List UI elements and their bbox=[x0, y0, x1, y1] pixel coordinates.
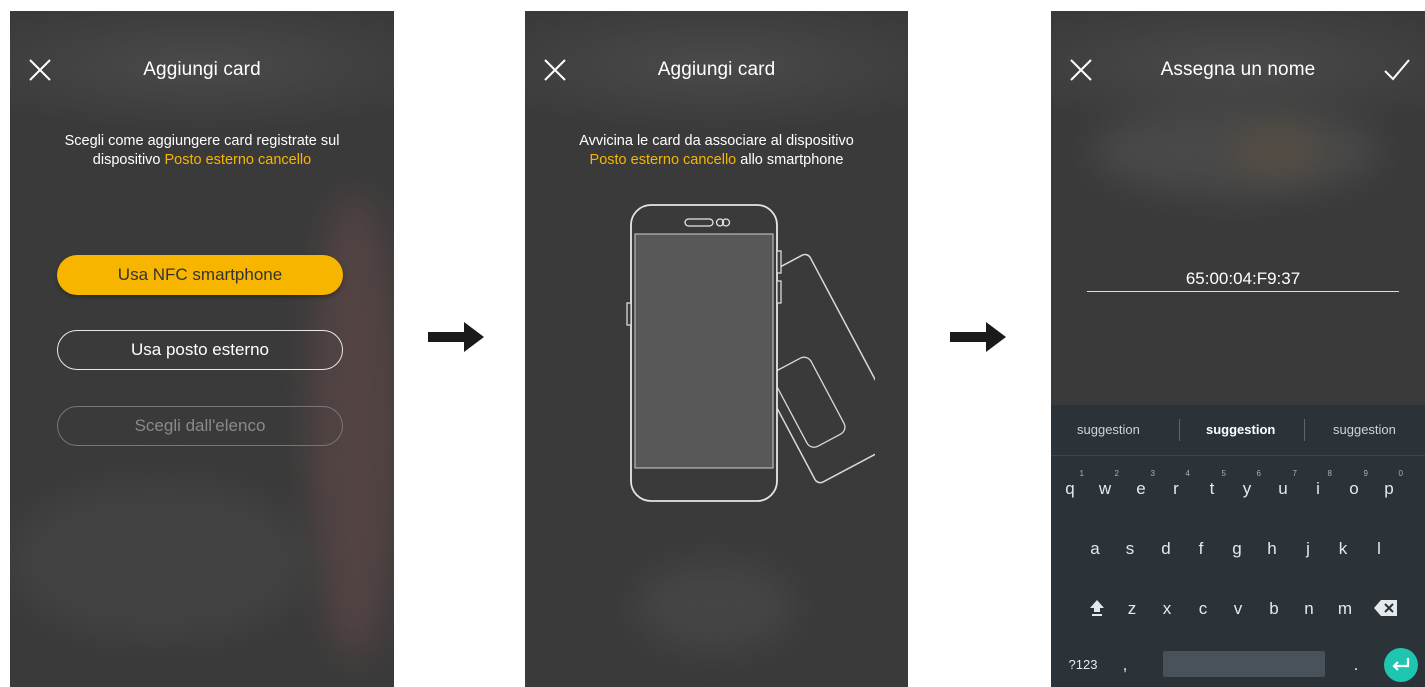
key-p[interactable]: p0 bbox=[1377, 469, 1403, 499]
choose-from-list-button[interactable]: Scegli dall'elenco bbox=[57, 406, 343, 446]
device-name-highlight: Posto esterno cancello bbox=[589, 152, 737, 168]
key-g[interactable]: g bbox=[1225, 539, 1249, 559]
input-underline bbox=[1087, 291, 1399, 292]
key-t[interactable]: t5 bbox=[1200, 469, 1226, 499]
key-w[interactable]: w2 bbox=[1093, 469, 1119, 499]
instruction-line-1: Scegli come aggiungere card registrate s… bbox=[64, 133, 340, 149]
instruction-line-2: allo smartphone bbox=[740, 152, 844, 168]
key-m[interactable]: m bbox=[1333, 599, 1357, 619]
key-u[interactable]: u7 bbox=[1271, 469, 1297, 499]
enter-icon[interactable] bbox=[1384, 648, 1418, 682]
backspace-icon[interactable] bbox=[1373, 599, 1399, 622]
instruction-text: Scegli come aggiungere card registrate s… bbox=[20, 132, 384, 170]
screen-approach-cards: Aggiungi card Avvicina le card da associ… bbox=[525, 11, 908, 687]
key-f[interactable]: f bbox=[1189, 539, 1213, 559]
key-h[interactable]: h bbox=[1260, 539, 1284, 559]
key-i[interactable]: i8 bbox=[1306, 469, 1332, 499]
key-b[interactable]: b bbox=[1262, 599, 1286, 619]
key-z[interactable]: z bbox=[1120, 599, 1144, 619]
key-a[interactable]: a bbox=[1083, 539, 1107, 559]
page-title: Aggiungi card bbox=[143, 59, 261, 80]
instruction-text: Avvicina le card da associare al disposi… bbox=[535, 132, 898, 170]
use-nfc-button[interactable]: Usa NFC smartphone bbox=[57, 255, 343, 295]
suggestion-right[interactable]: suggestion bbox=[1333, 422, 1396, 437]
on-screen-keyboard: suggestion suggestion suggestion q1 w2 e… bbox=[1051, 405, 1425, 687]
suggestion-divider bbox=[1179, 419, 1180, 441]
period-key[interactable]: . bbox=[1344, 655, 1368, 675]
key-y[interactable]: y6 bbox=[1235, 469, 1261, 499]
blurred-background bbox=[10, 481, 310, 641]
suggestion-center[interactable]: suggestion bbox=[1206, 422, 1275, 437]
suggestion-divider bbox=[1304, 419, 1305, 441]
key-n[interactable]: n bbox=[1297, 599, 1321, 619]
key-r[interactable]: r4 bbox=[1164, 469, 1190, 499]
screen-add-card-method: Aggiungi card Scegli come aggiungere car… bbox=[10, 11, 394, 687]
phone-nfc-illustration bbox=[625, 203, 905, 518]
instruction-device-label: dispositivo bbox=[92, 152, 161, 168]
key-c[interactable]: c bbox=[1191, 599, 1215, 619]
suggestion-bar: suggestion suggestion suggestion bbox=[1051, 405, 1425, 456]
key-v[interactable]: v bbox=[1226, 599, 1250, 619]
key-x[interactable]: x bbox=[1155, 599, 1179, 619]
smartphone-illustration bbox=[626, 204, 782, 502]
shift-icon[interactable] bbox=[1085, 599, 1109, 622]
key-q[interactable]: q1 bbox=[1058, 469, 1084, 499]
arrow-right-icon bbox=[950, 322, 1006, 352]
key-l[interactable]: l bbox=[1367, 539, 1391, 559]
suggestion-left[interactable]: suggestion bbox=[1077, 422, 1140, 437]
blurred-background bbox=[1231, 126, 1321, 176]
device-name-highlight: Posto esterno cancello bbox=[164, 152, 312, 168]
key-s[interactable]: s bbox=[1118, 539, 1142, 559]
arrow-right-icon bbox=[428, 322, 484, 352]
space-bar[interactable] bbox=[1163, 651, 1325, 677]
key-k[interactable]: k bbox=[1331, 539, 1355, 559]
page-title: Aggiungi card bbox=[657, 59, 776, 80]
comma-key[interactable]: , bbox=[1113, 655, 1137, 675]
key-o[interactable]: o9 bbox=[1342, 469, 1368, 499]
use-outdoor-station-button[interactable]: Usa posto esterno bbox=[57, 330, 343, 370]
confirm-check-icon[interactable] bbox=[1383, 58, 1411, 82]
key-j[interactable]: j bbox=[1296, 539, 1320, 559]
key-d[interactable]: d bbox=[1154, 539, 1178, 559]
blurred-background bbox=[635, 561, 795, 651]
instruction-line-1: Avvicina le card da associare al disposi… bbox=[579, 133, 854, 149]
screen-assign-name: Assegna un nome 65:00:04:F9:37 suggestio… bbox=[1051, 11, 1425, 687]
page-title: Assegna un nome bbox=[1160, 59, 1316, 80]
key-e[interactable]: e3 bbox=[1129, 469, 1155, 499]
symbols-key[interactable]: ?123 bbox=[1065, 657, 1101, 672]
card-name-input[interactable]: 65:00:04:F9:37 bbox=[1087, 269, 1399, 289]
